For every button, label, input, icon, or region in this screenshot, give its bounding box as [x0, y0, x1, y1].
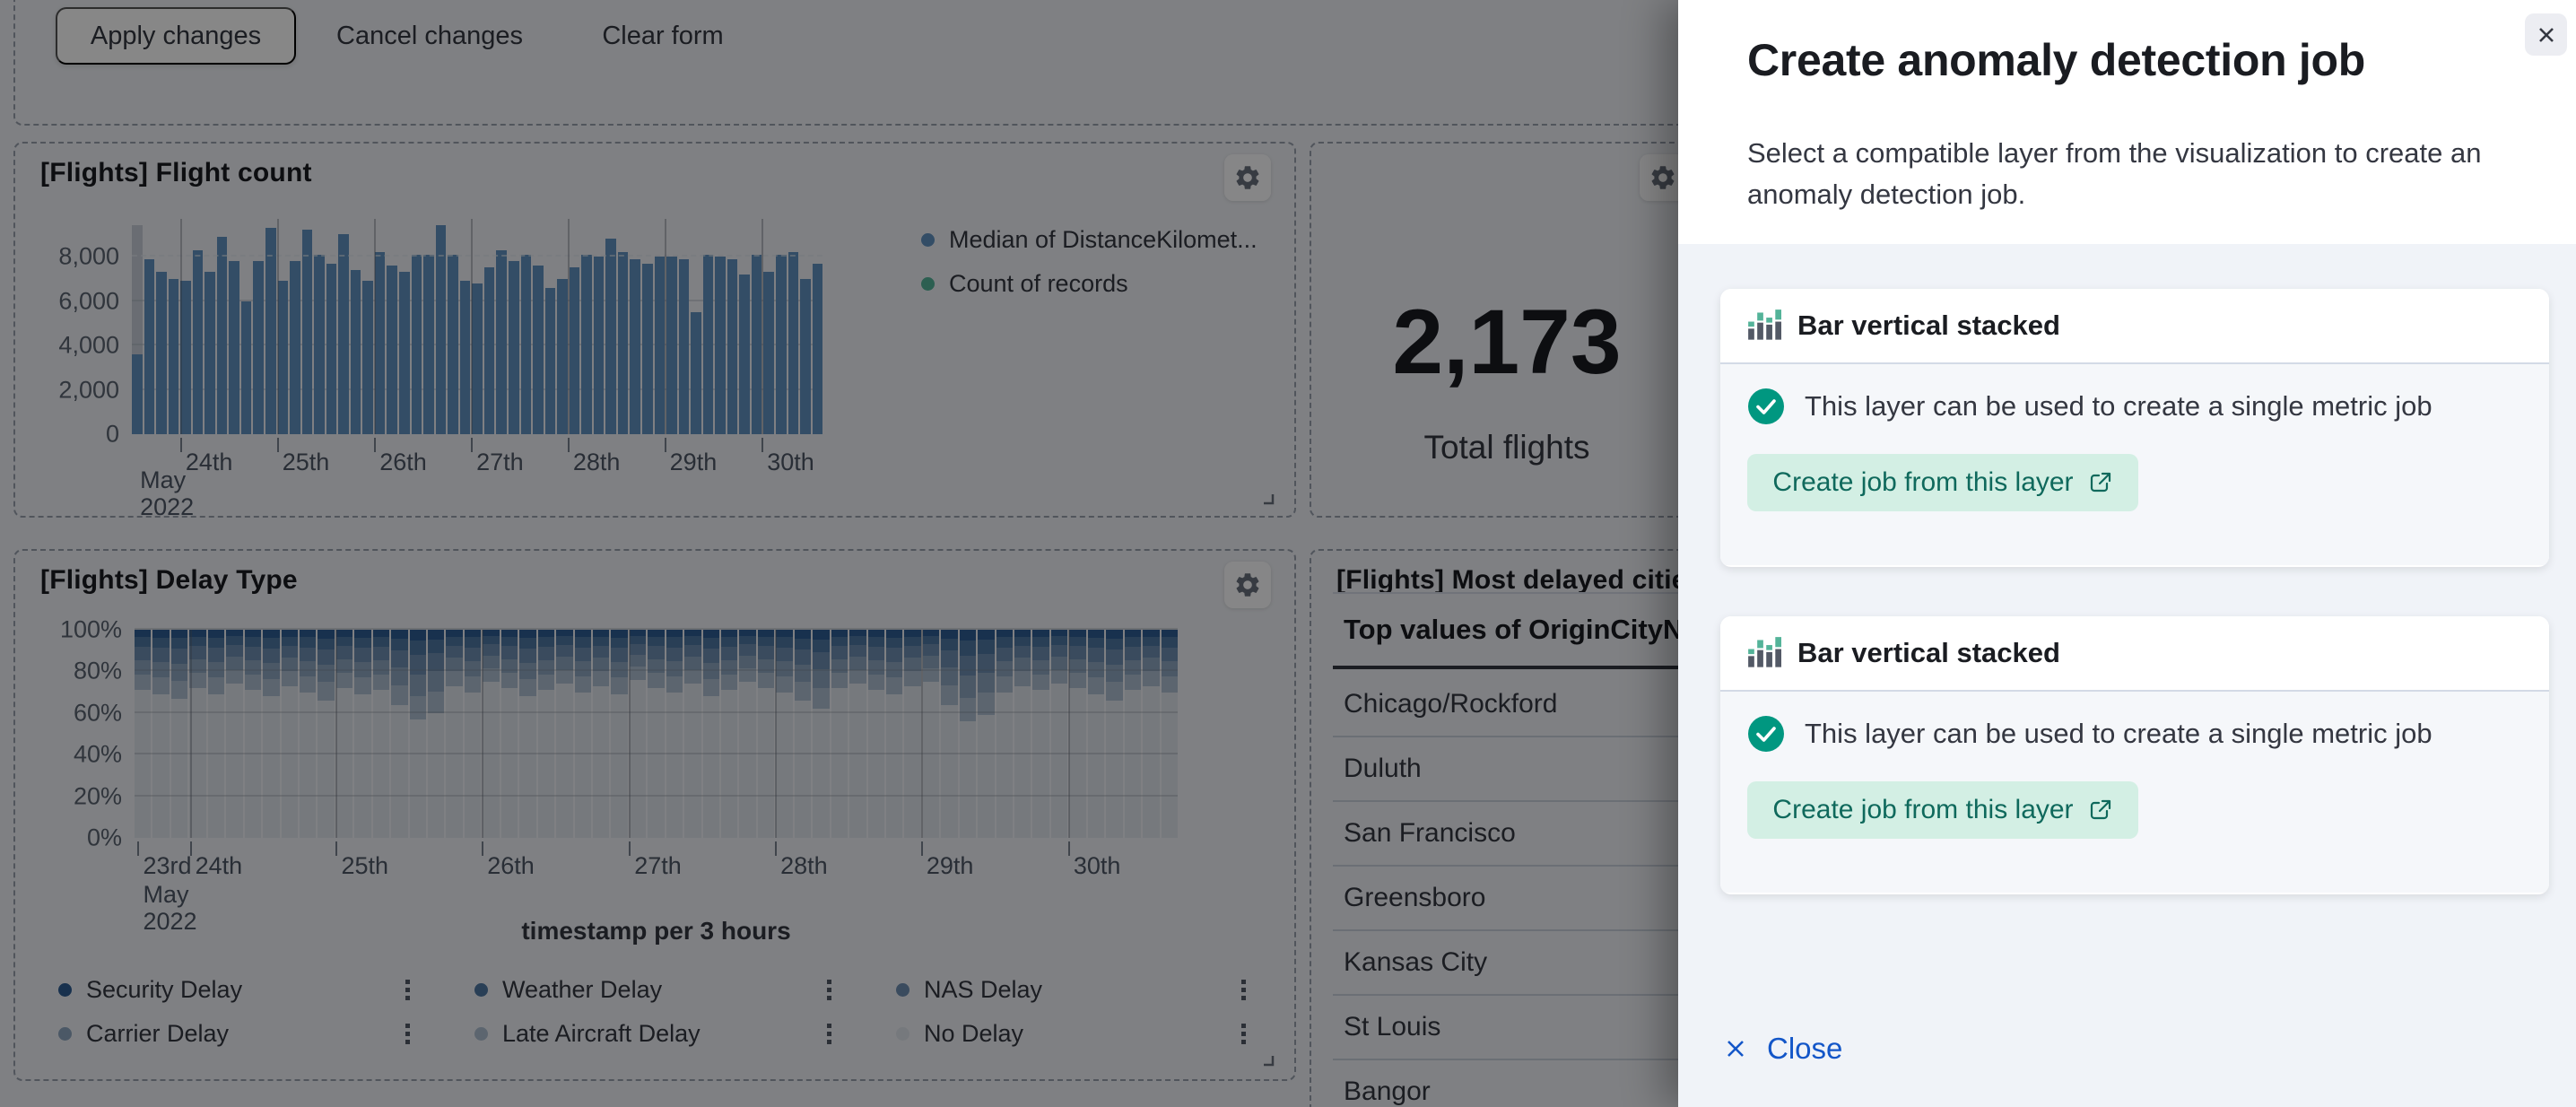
layer-card-header: Bar vertical stacked [1720, 616, 2549, 692]
create-job-button[interactable]: Create job from this layer [1747, 781, 2138, 839]
close-icon [1722, 1035, 1749, 1062]
close-icon [2536, 24, 2557, 46]
flyout-description: Select a compatible layer from the visua… [1747, 133, 2554, 215]
layer-card-1: Bar vertical stacked This layer can be u… [1720, 289, 2549, 567]
external-link-icon [2088, 798, 2113, 823]
create-job-button[interactable]: Create job from this layer [1747, 454, 2138, 511]
check-in-circle-icon [1747, 388, 1785, 425]
layer-status-text: This layer can be used to create a singl… [1805, 718, 2432, 750]
flyout-close-button[interactable] [2525, 13, 2567, 56]
layer-card-title: Bar vertical stacked [1797, 309, 2060, 342]
layer-card-body: This layer can be used to create a singl… [1720, 364, 2549, 565]
layer-card-body: This layer can be used to create a singl… [1720, 692, 2549, 893]
check-in-circle-icon [1747, 715, 1785, 753]
layer-card-header: Bar vertical stacked [1720, 289, 2549, 364]
layer-card-2: Bar vertical stacked This layer can be u… [1720, 616, 2549, 894]
flyout-body: Bar vertical stacked This layer can be u… [1678, 244, 2576, 1107]
bar-vertical-stacked-icon [1747, 309, 1781, 343]
flyout-close-link[interactable]: Close [1722, 1032, 1842, 1066]
screen: Apply changes Cancel changes Clear form … [0, 0, 2576, 1107]
external-link-icon [2088, 470, 2113, 495]
bar-vertical-stacked-icon [1747, 636, 1781, 670]
flyout-title: Create anomaly detection job [1747, 34, 2365, 86]
layer-status-text: This layer can be used to create a singl… [1805, 390, 2432, 423]
layer-card-title: Bar vertical stacked [1797, 637, 2060, 669]
create-anomaly-job-flyout: Create anomaly detection job Select a co… [1678, 0, 2576, 1107]
